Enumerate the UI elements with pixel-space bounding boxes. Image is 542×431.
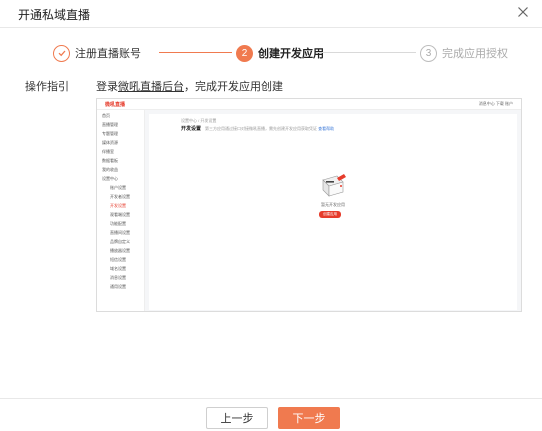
preview-breadcrumb: 设置中心 / 开发设置 bbox=[181, 118, 217, 123]
preview-sidebar-item: 数据看板 bbox=[102, 158, 118, 163]
preview-sidebar-subitem: 短信设置 bbox=[110, 257, 126, 262]
dialog-header: 开通私域直播 bbox=[0, 0, 542, 28]
step-done-icon bbox=[53, 44, 70, 62]
preview-sidebar-item: 专题管理 bbox=[102, 131, 118, 136]
step-create-app: 2 创建开发应用 bbox=[236, 42, 324, 64]
step-number-badge: 2 bbox=[236, 44, 253, 62]
previous-step-button[interactable]: 上一步 bbox=[206, 407, 268, 429]
footer-divider bbox=[0, 398, 542, 399]
preview-sidebar: 首页 直播管理 专题管理 媒体资源 伴播室 数据看板 我的收益 设置中心 账户设… bbox=[97, 110, 145, 311]
step-label: 完成应用授权 bbox=[442, 48, 508, 60]
empty-box-icon bbox=[322, 174, 346, 197]
preview-sidebar-subitem: 播放器设置 bbox=[110, 248, 130, 253]
preview-sidebar-subitem: 开发设置 bbox=[110, 203, 126, 208]
guide-label: 操作指引 bbox=[25, 81, 69, 93]
dialog: 开通私域直播 注册直播账号 2 创建开发应用 3 完成应用授权 操作指引 登录微… bbox=[0, 0, 542, 431]
next-step-button[interactable]: 下一步 bbox=[278, 407, 340, 429]
preview-sidebar-item: 伴播室 bbox=[102, 149, 114, 154]
stepper: 注册直播账号 2 创建开发应用 3 完成应用授权 bbox=[0, 42, 542, 66]
preview-sidebar-item: 设置中心 bbox=[102, 176, 118, 181]
preview-sidebar-subitem: 观看端设置 bbox=[110, 212, 130, 217]
preview-sidebar-item: 直播管理 bbox=[102, 122, 118, 127]
preview-sidebar-item: 首页 bbox=[102, 113, 110, 118]
step-label: 注册直播账号 bbox=[75, 48, 141, 60]
guide-screenshot: 微吼直播 消息中心 下载 账户 首页 直播管理 专题管理 媒体资源 伴播室 数据… bbox=[96, 98, 522, 312]
guide-text-before: 登录 bbox=[96, 81, 118, 93]
preview-help-link: 查看帮助 bbox=[318, 126, 335, 131]
preview-sidebar-subitem: 品牌自定义 bbox=[110, 239, 130, 244]
preview-sidebar-subitem: 通用设置 bbox=[110, 284, 126, 289]
step-number-badge: 3 bbox=[420, 44, 437, 62]
preview-create-button: 创建应用 bbox=[319, 211, 341, 218]
guide-text-after: ，完成开发应用创建 bbox=[184, 81, 283, 93]
preview-topbar-right: 消息中心 下载 账户 bbox=[478, 101, 513, 106]
preview-heading: 开发设置 bbox=[181, 126, 202, 132]
preview-sidebar-item: 我的收益 bbox=[102, 167, 118, 172]
step-connector bbox=[316, 52, 416, 53]
preview-empty-text: 暂无开发应用 bbox=[321, 202, 345, 207]
preview-topbar: 微吼直播 消息中心 下载 账户 bbox=[97, 99, 521, 110]
preview-description: 第三方应用通过接口对接微吼直播，需先创建开发应用获取凭证 查看帮助 bbox=[205, 126, 334, 132]
preview-sidebar-subitem: 功能配置 bbox=[110, 221, 126, 226]
close-icon[interactable] bbox=[515, 4, 531, 20]
step-connector bbox=[159, 52, 232, 53]
backend-link[interactable]: 微吼直播后台 bbox=[118, 81, 184, 93]
step-label: 创建开发应用 bbox=[258, 48, 324, 60]
dialog-title: 开通私域直播 bbox=[18, 8, 91, 22]
step-register-account: 注册直播账号 bbox=[53, 42, 141, 64]
preview-main: 设置中心 / 开发设置 开发设置 第三方应用通过接口对接微吼直播，需先创建开发应… bbox=[149, 114, 517, 310]
checkmark-icon bbox=[58, 50, 65, 57]
preview-sidebar-subitem: 消息设置 bbox=[110, 275, 126, 280]
preview-sidebar-item: 媒体资源 bbox=[102, 140, 118, 145]
preview-sidebar-subitem: 域名设置 bbox=[110, 266, 126, 271]
preview-sidebar-subitem: 开发者设置 bbox=[110, 194, 130, 199]
preview-sidebar-subitem: 账户设置 bbox=[110, 185, 126, 190]
step-authorize-app: 3 完成应用授权 bbox=[420, 42, 508, 64]
preview-sidebar-subitem: 直播间设置 bbox=[110, 230, 130, 235]
preview-logo: 微吼直播 bbox=[105, 102, 126, 108]
preview-description-text: 第三方应用通过接口对接微吼直播，需先创建开发应用获取凭证 bbox=[205, 126, 317, 131]
guide-instruction: 登录微吼直播后台，完成开发应用创建 bbox=[96, 78, 283, 94]
